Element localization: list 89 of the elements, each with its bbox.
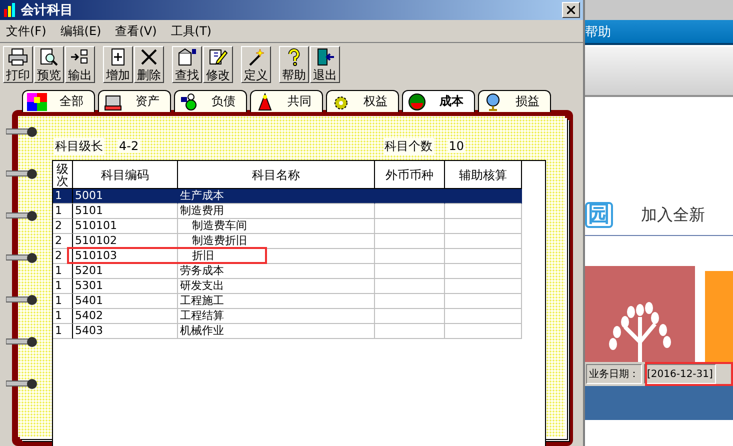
toolbar-button[interactable]: 定义 (241, 46, 271, 83)
table-cell: 510101 (73, 219, 178, 234)
table-row[interactable]: 1 5402 工程结算 (53, 309, 545, 324)
table-cell (375, 219, 445, 234)
table-cell: 1 (53, 309, 73, 324)
table-cell (375, 324, 445, 339)
table-cell: 2 (53, 219, 73, 234)
table-cell (375, 309, 445, 324)
label-text: 科目个数 (384, 138, 434, 154)
menu-item[interactable]: 文件(F) (6, 22, 46, 40)
table-cell: 制造费车间 (178, 219, 375, 234)
table-row[interactable]: 1 5403 机械作业 (53, 324, 545, 339)
toolbar-button[interactable]: 修改 (203, 46, 233, 83)
toolbar-button[interactable]: 删除 (134, 46, 164, 83)
toolbar-button[interactable]: 预览 (34, 46, 64, 83)
table-cell: 1 (53, 279, 73, 294)
menu-item[interactable]: 帮助 (585, 22, 611, 40)
table-cell: 5402 (73, 309, 178, 324)
toolbar-button[interactable]: 增加 (103, 46, 133, 83)
toolbar-icon (139, 48, 159, 66)
tab[interactable]: 资产 (98, 90, 171, 112)
table-row[interactable]: 1 5001 生产成本 (53, 189, 545, 204)
toolbar-button[interactable]: 查找 (172, 46, 202, 83)
table-cell: 5001 (73, 189, 178, 204)
tab-icon (407, 92, 427, 110)
status-label: 业务日期： (586, 364, 642, 384)
toolbar-button[interactable]: 打印 (3, 46, 33, 83)
banner-text: 加入全新 (641, 204, 705, 226)
table-row[interactable]: 1 5201 劳务成本 (53, 264, 545, 279)
tab[interactable]: 成本 (402, 90, 475, 112)
table-row[interactable]: 1 5301 研发支出 (53, 279, 545, 294)
table-row[interactable]: 2 510103 折旧 (53, 249, 545, 264)
table-cell: 生产成本 (178, 189, 375, 204)
table-cell: 5101 (73, 204, 178, 219)
logo: 园 (585, 202, 613, 228)
table-cell: 5301 (73, 279, 178, 294)
table-cell (375, 294, 445, 309)
value-text: 4-2 (118, 139, 140, 153)
tab-icon (179, 92, 199, 110)
toolbar-icon (39, 48, 59, 66)
table-cell (375, 204, 445, 219)
window-title: 会计科目 (21, 2, 74, 19)
tab-icon (27, 92, 47, 110)
table-cell: 5401 (73, 294, 178, 309)
value-text: 10 (448, 139, 465, 153)
toolbar-icon (70, 48, 90, 66)
table-cell (375, 234, 445, 249)
table-cell (375, 264, 445, 279)
toolbar-button[interactable]: 输出 (65, 46, 95, 83)
toolbar-icon (177, 48, 197, 66)
tab[interactable]: 损益 (478, 90, 551, 112)
menu-item[interactable]: 编辑(E) (60, 22, 102, 40)
table-cell: 工程施工 (178, 294, 375, 309)
table-cell: 2 (53, 234, 73, 249)
tab[interactable]: 权益 (326, 90, 399, 112)
toolbar-button[interactable]: 帮助 (279, 46, 309, 83)
menu-item[interactable]: 查看(V) (115, 22, 157, 40)
table-row[interactable]: 2 510102 制造费折旧 (53, 234, 545, 249)
table-row[interactable]: 1 5401 工程施工 (53, 294, 545, 309)
table-cell (375, 249, 445, 264)
table-cell: 劳务成本 (178, 264, 375, 279)
status-date: [2016-12-31] (644, 364, 716, 384)
table-cell: 研发支出 (178, 279, 375, 294)
table-cell: 工程结算 (178, 309, 375, 324)
table-cell: 制造费用 (178, 204, 375, 219)
table-cell (375, 279, 445, 294)
toolbar-icon (315, 48, 335, 66)
tab[interactable]: 共同 (250, 90, 323, 112)
label-text: 科目级长 (54, 138, 104, 154)
table-cell: 5201 (73, 264, 178, 279)
table-cell: 1 (53, 189, 73, 204)
table-cell: 1 (53, 324, 73, 339)
toolbar-icon (8, 48, 28, 66)
table-cell: 机械作业 (178, 324, 375, 339)
table-cell: 5403 (73, 324, 178, 339)
close-icon (567, 6, 575, 14)
table-cell: 1 (53, 204, 73, 219)
tab[interactable]: 负债 (174, 90, 247, 112)
table-row[interactable]: 1 5101 制造费用 (53, 204, 545, 219)
table-row[interactable]: 2 510101 制造费车间 (53, 219, 545, 234)
tab[interactable]: 全部 (22, 90, 95, 112)
app-icon (3, 3, 17, 17)
toolbar-button[interactable]: 退出 (310, 46, 340, 83)
tab-icon (103, 92, 123, 110)
table-cell: 1 (53, 294, 73, 309)
table-cell: 1 (53, 264, 73, 279)
close-button[interactable] (562, 2, 580, 18)
menu-item[interactable]: 工具(T) (170, 22, 212, 40)
toolbar-icon (208, 48, 228, 66)
